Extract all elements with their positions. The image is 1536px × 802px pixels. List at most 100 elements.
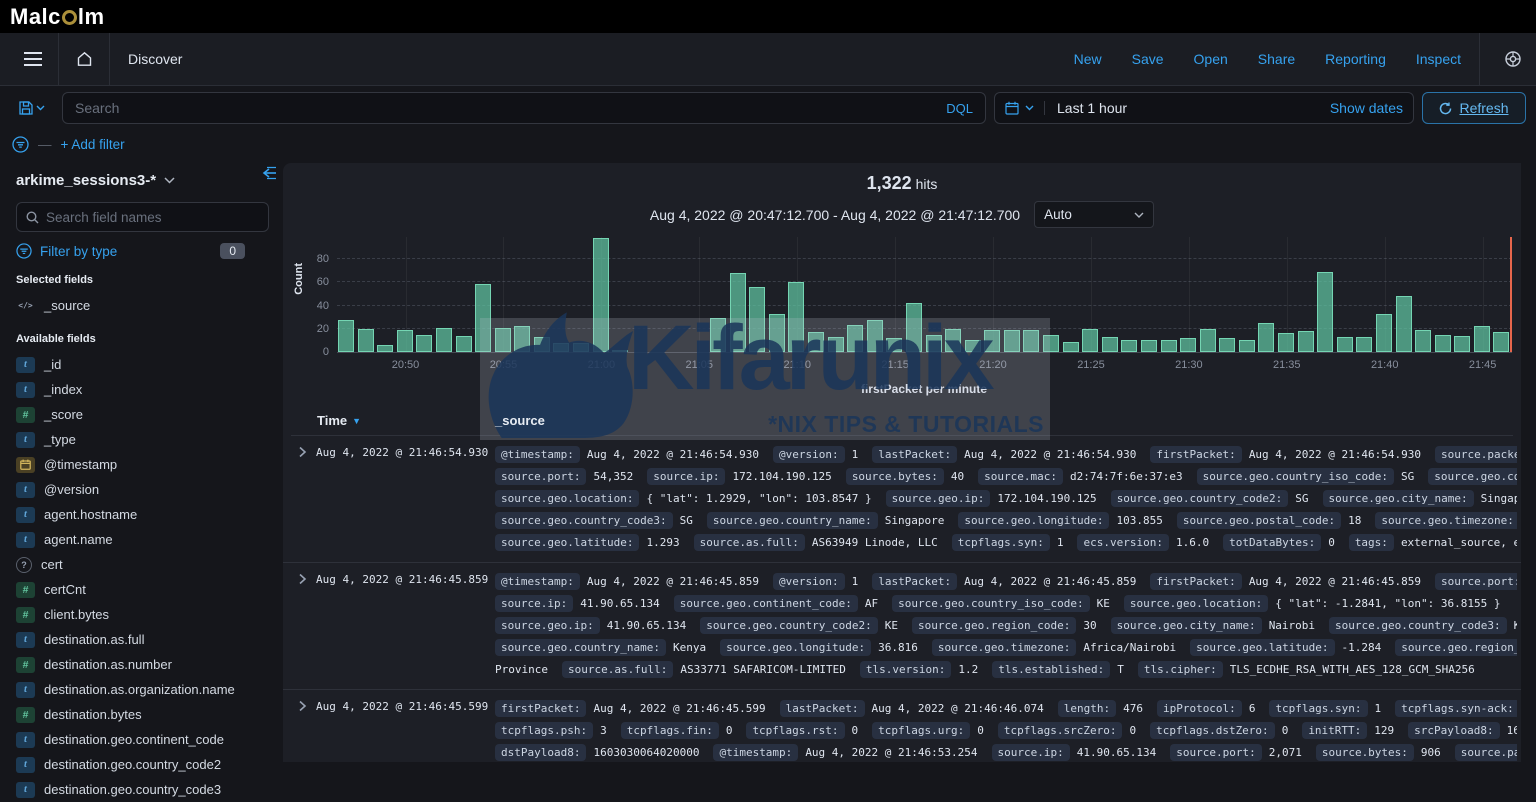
field-item-cert[interactable]: ?cert (16, 552, 269, 577)
field-item-destination.geo.country_code2[interactable]: tdestination.geo.country_code2 (16, 752, 269, 777)
histogram-bar[interactable] (906, 303, 922, 352)
nav-link-open[interactable]: Open (1194, 51, 1228, 67)
histogram-bar[interactable] (436, 328, 452, 352)
histogram-bar[interactable] (1474, 326, 1490, 352)
histogram-bar[interactable] (397, 330, 413, 352)
histogram-bar[interactable] (573, 343, 589, 352)
nav-link-inspect[interactable]: Inspect (1416, 51, 1461, 67)
histogram-bar[interactable] (456, 336, 472, 352)
histogram-bar[interactable] (1435, 335, 1451, 352)
query-language-button[interactable]: DQL (946, 101, 973, 116)
histogram-bar[interactable] (1200, 329, 1216, 352)
histogram-bar[interactable] (730, 273, 746, 352)
add-filter-button[interactable]: + Add filter (61, 137, 125, 152)
home-button[interactable] (65, 40, 103, 78)
expand-row-button[interactable] (283, 570, 316, 680)
histogram-bar[interactable] (475, 284, 491, 352)
refresh-button[interactable]: Refresh (1422, 92, 1526, 124)
saved-query-menu-button[interactable] (10, 92, 54, 124)
field-item-_source[interactable]: </> _source (16, 293, 269, 318)
histogram-bar[interactable] (1219, 338, 1235, 352)
interval-select[interactable]: Auto (1034, 201, 1154, 228)
histogram-bar[interactable] (1161, 340, 1177, 352)
date-picker-calendar-button[interactable] (1005, 101, 1045, 115)
histogram-bar[interactable] (1102, 337, 1118, 352)
histogram-bar[interactable] (710, 318, 726, 352)
histogram-bar[interactable] (1180, 338, 1196, 352)
histogram-bar[interactable] (377, 345, 393, 352)
field-item-destination.as.number[interactable]: #destination.as.number (16, 652, 269, 677)
nav-link-reporting[interactable]: Reporting (1325, 51, 1386, 67)
field-item-destination.as.full[interactable]: tdestination.as.full (16, 627, 269, 652)
field-item-agent.name[interactable]: tagent.name (16, 527, 269, 552)
field-item-destination.as.organization.name[interactable]: tdestination.as.organization.name (16, 677, 269, 702)
histogram-bar[interactable] (808, 332, 824, 352)
histogram-bar[interactable] (749, 287, 765, 352)
field-item-_score[interactable]: #_score (16, 402, 269, 427)
histogram-bar[interactable] (984, 330, 1000, 352)
histogram-bar[interactable] (886, 338, 902, 352)
histogram-bar[interactable] (965, 340, 981, 352)
histogram-bar[interactable] (1493, 332, 1509, 352)
collapse-sidebar-icon[interactable] (261, 166, 277, 180)
search-input[interactable]: Search DQL (62, 92, 986, 124)
histogram-bar[interactable] (867, 320, 883, 352)
field-item-destination.geo.continent_code[interactable]: tdestination.geo.continent_code (16, 727, 269, 752)
histogram-bar[interactable] (1298, 331, 1314, 352)
histogram-bar[interactable] (358, 329, 374, 352)
field-item-certCnt[interactable]: #certCnt (16, 577, 269, 602)
histogram-bar[interactable] (553, 343, 569, 352)
field-item-destination.geo.country_code3[interactable]: tdestination.geo.country_code3 (16, 777, 269, 802)
field-item-destination.bytes[interactable]: #destination.bytes (16, 702, 269, 727)
time-range-value[interactable]: Last 1 hour (1057, 100, 1127, 116)
expand-row-button[interactable] (283, 443, 316, 553)
histogram-bar[interactable] (416, 335, 432, 352)
field-item-@version[interactable]: t@version (16, 477, 269, 502)
column-header-time[interactable]: Time ▼ (317, 413, 361, 428)
help-button[interactable] (1504, 50, 1522, 68)
histogram-bar[interactable] (1337, 337, 1353, 352)
histogram-bar[interactable] (1415, 330, 1431, 352)
histogram-bar[interactable] (788, 282, 804, 352)
histogram-bar[interactable] (1258, 323, 1274, 352)
field-item-@timestamp[interactable]: @timestamp (16, 452, 269, 477)
histogram-bar[interactable] (1317, 272, 1333, 352)
histogram-bar[interactable] (1141, 340, 1157, 352)
histogram-bar[interactable] (1023, 330, 1039, 352)
field-item-_id[interactable]: t_id (16, 352, 269, 377)
histogram-bar[interactable] (945, 329, 961, 352)
index-pattern-switcher[interactable]: arkime_sessions3-* (16, 172, 269, 189)
histogram-bar[interactable] (1043, 335, 1059, 352)
nav-link-save[interactable]: Save (1132, 51, 1164, 67)
show-dates-button[interactable]: Show dates (1330, 100, 1403, 116)
histogram-bar[interactable] (495, 328, 511, 352)
field-search-input[interactable]: Search field names (16, 202, 269, 232)
histogram-bar[interactable] (1396, 296, 1412, 352)
histogram-bar[interactable] (1239, 340, 1255, 352)
histogram-bar[interactable] (534, 337, 550, 352)
nav-link-share[interactable]: Share (1258, 51, 1295, 67)
histogram-bar[interactable] (1121, 340, 1137, 352)
field-item-_index[interactable]: t_index (16, 377, 269, 402)
field-item-agent.hostname[interactable]: tagent.hostname (16, 502, 269, 527)
histogram-bar[interactable] (926, 335, 942, 352)
histogram-bar[interactable] (1004, 330, 1020, 352)
expand-row-button[interactable] (283, 697, 316, 762)
histogram-bar[interactable] (514, 326, 530, 352)
histogram-bar[interactable] (769, 314, 785, 352)
histogram-bar[interactable] (828, 337, 844, 352)
histogram-bar[interactable] (1356, 337, 1372, 352)
histogram-bar[interactable] (338, 320, 354, 352)
filter-by-type-button[interactable]: Filter by type 0 (16, 243, 269, 259)
histogram-bar[interactable] (1454, 336, 1470, 352)
histogram-bar[interactable] (1278, 333, 1294, 352)
histogram-bar[interactable] (1063, 342, 1079, 352)
histogram-bar[interactable] (612, 350, 628, 352)
field-item-_type[interactable]: t_type (16, 427, 269, 452)
menu-button[interactable] (14, 40, 52, 78)
histogram-bar[interactable] (847, 325, 863, 352)
nav-link-new[interactable]: New (1074, 51, 1102, 67)
histogram-bar[interactable] (1082, 329, 1098, 352)
field-item-client.bytes[interactable]: #client.bytes (16, 602, 269, 627)
histogram-bar[interactable] (1376, 314, 1392, 352)
